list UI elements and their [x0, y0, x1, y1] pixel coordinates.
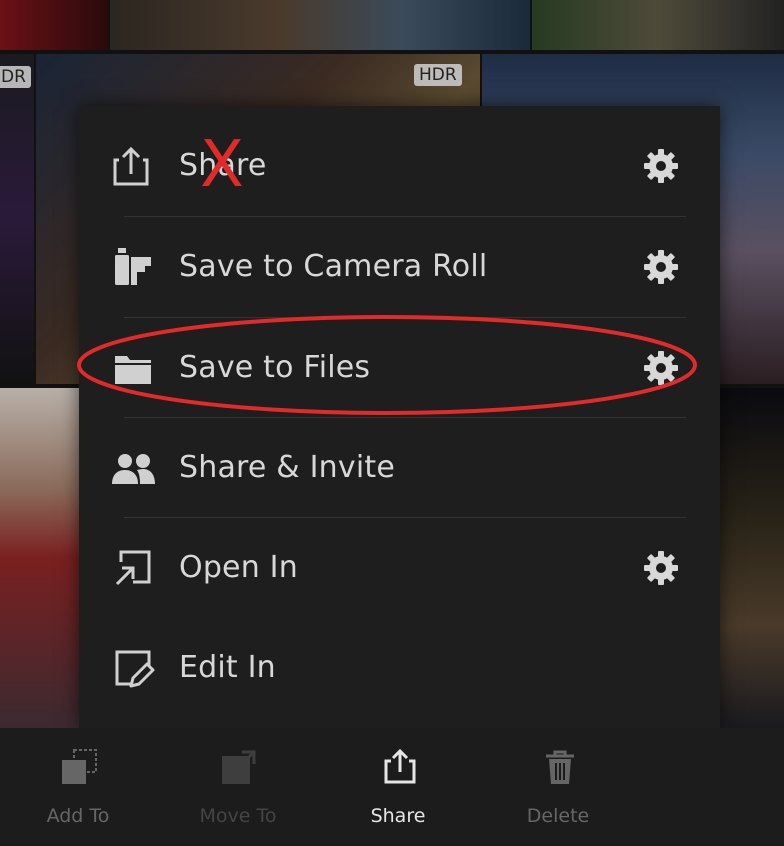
share-icon: [113, 146, 149, 186]
move-to-icon: [222, 750, 256, 784]
gear-icon[interactable]: [643, 550, 679, 586]
delete-button[interactable]: Delete: [498, 728, 618, 846]
photo-thumbnail[interactable]: [720, 388, 784, 728]
share-icon: [384, 748, 416, 784]
menu-item-label: Edit In: [179, 650, 276, 685]
menu-item-edit-in[interactable]: Edit In: [79, 618, 720, 718]
edit-in-icon: [115, 650, 155, 688]
add-to-label: Add To: [46, 805, 110, 827]
bottom-toolbar: Add To Move To Share Delete: [0, 728, 784, 846]
hdr-badge: HDR: [414, 64, 462, 86]
gear-icon[interactable]: [643, 249, 679, 285]
add-to-button[interactable]: Add To: [18, 728, 138, 846]
menu-item-open-in[interactable]: Open In: [79, 518, 720, 618]
menu-item-label: Save to Camera Roll: [179, 249, 488, 284]
share-label: Share: [370, 805, 426, 827]
add-to-icon: [62, 749, 97, 784]
people-icon: [112, 454, 155, 484]
highlight-ellipse-annotation: [77, 315, 697, 415]
menu-item-share[interactable]: Share: [79, 116, 720, 216]
menu-item-label: Open In: [179, 550, 298, 585]
hdr-badge: DR: [0, 66, 31, 88]
menu-item-label: Share & Invite: [179, 450, 396, 485]
cross-out-annotation: X: [200, 128, 244, 202]
photo-thumbnail[interactable]: DR: [0, 54, 34, 384]
gear-icon[interactable]: [643, 148, 679, 184]
photo-thumbnail[interactable]: [0, 388, 80, 728]
trash-icon: [546, 750, 574, 784]
menu-item-share-and-invite[interactable]: Share & Invite: [79, 418, 720, 518]
photo-thumbnail[interactable]: [110, 0, 530, 50]
photo-thumbnail[interactable]: [532, 0, 784, 50]
move-to-button[interactable]: Move To: [178, 728, 298, 846]
open-in-icon: [115, 550, 151, 586]
menu-item-save-to-camera-roll[interactable]: Save to Camera Roll: [79, 217, 720, 317]
photo-thumbnail[interactable]: [0, 0, 108, 50]
share-button[interactable]: Share: [338, 728, 458, 846]
camera-roll-icon: [115, 248, 151, 285]
delete-label: Delete: [526, 805, 590, 827]
move-to-label: Move To: [199, 805, 277, 827]
